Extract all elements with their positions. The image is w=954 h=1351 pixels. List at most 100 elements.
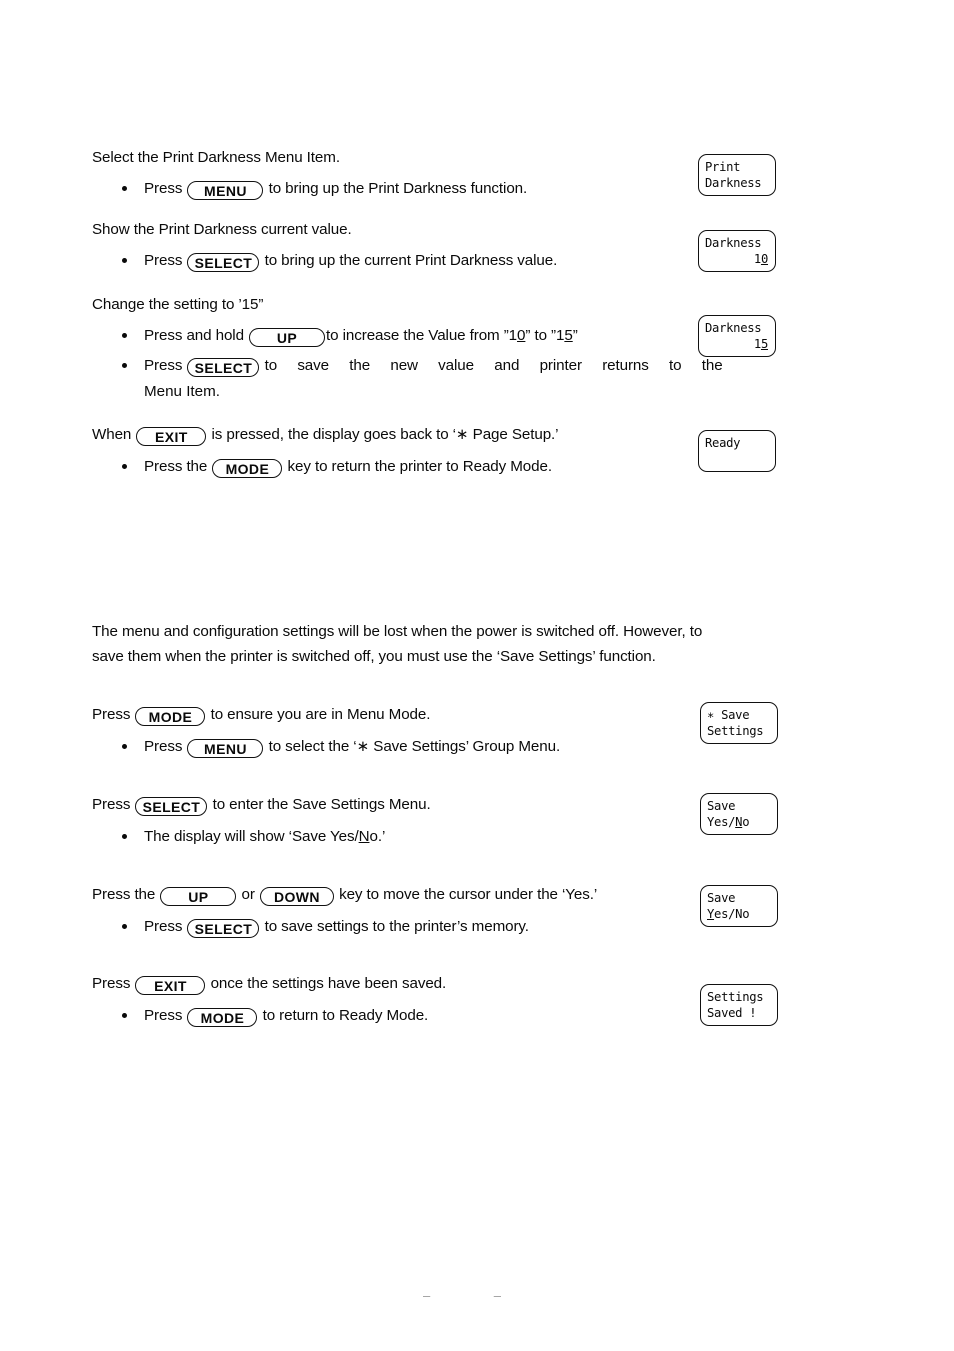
bullet-text-a: to increase the Value from ”1 [326,327,518,344]
lcd-line-1: Print [705,160,741,174]
darkness-step-3: Change the setting to ’15” Press and hol… [92,295,772,405]
darkness-step-2: Show the Print Darkness current value. P… [92,220,772,274]
exit-key-button[interactable]: EXIT [135,976,206,995]
bullet-text-pre: Press [144,180,183,197]
step-lead: Press EXIT once the settings have been s… [92,974,772,995]
step-bullet: Press MENU to select the ‘∗ Save Setting… [92,734,772,760]
lead-text-pre: Press [92,706,131,723]
step-lead: Press SELECT to enter the Save Settings … [92,795,772,816]
lcd-cursor-char: Y [707,907,715,921]
darkness-step-4: When EXIT is pressed, the display goes b… [92,425,772,480]
lcd-line-2: 15 [705,336,770,352]
bullet-text-post: to return to Ready Mode. [262,1007,429,1024]
bullet-dot [122,744,127,749]
lcd-display-save-settings: ∗ Save Settings [700,702,778,744]
intro-line-1: The menu and configuration settings will… [92,623,703,640]
bullet-dot [122,186,127,191]
lcd-line-2: Darkness [705,176,762,190]
lead-text-pre: Press [92,796,131,813]
bullet-text-pre: Press [144,357,183,374]
lead-text-post: to enter the Save Settings Menu. [212,796,431,813]
bullet-text-pre: Press and hold [144,327,244,344]
step-bullet: Press MODE to return to Ready Mode. [92,1003,772,1029]
bullet-text-pre: Press [144,918,183,935]
bullet-dot [122,363,127,368]
intro-line-2: save them when the printer is switched o… [92,648,656,665]
bullet-text-post: to select the ‘∗ Save Settings’ Group Me… [268,738,561,755]
bullet-dot [122,924,127,929]
bullet-dot [122,258,127,263]
bullet-text-c: ” [572,327,578,344]
lcd-text-prefix: Yes/ [707,815,736,829]
lead-text-mid: or [241,886,255,903]
lead-text-post: once the settings have been saved. [210,975,447,992]
lcd-line-1: ∗ Save [707,708,750,722]
menu-key-button[interactable]: MENU [187,739,264,758]
lcd-line-2: Yes/No [707,906,772,922]
lcd-line-1: Darkness [705,236,762,250]
save-step-2: Press SELECT to enter the Save Settings … [92,795,772,850]
step-lead: Press MODE to ensure you are in Menu Mod… [92,705,772,726]
bullet-text-post: to bring up the current Print Darkness v… [264,252,558,269]
lcd-cursor-char: 5 [760,337,768,351]
lcd-display-darkness-10: Darkness 10 [698,230,776,272]
step-lead: When EXIT is pressed, the display goes b… [92,425,772,446]
bullet-text-pre: Press [144,1007,183,1024]
lead-text-pre: When [92,426,132,443]
step-bullet-continuation: Menu Item. [144,383,220,400]
step-bullet-up: Press and hold UP to increase the Value f… [92,323,772,349]
mode-key-button[interactable]: MODE [212,459,283,478]
bullet-text-pre: The display will show ‘Save Yes/ [144,828,359,845]
value-cursor-to: 5 [564,327,573,344]
up-key-button[interactable]: UP [160,887,237,906]
lcd-line-1: Save [707,799,736,813]
lead-text-post: key to move the cursor under the ‘Yes.’ [339,886,598,903]
save-step-3: Press the UP or DOWN key to move the cur… [92,885,772,940]
save-settings-intro: The menu and configuration settings will… [92,622,792,667]
step-bullet: Press SELECT to bring up the current Pri… [92,248,772,274]
lcd-display-ready: Ready [698,430,776,472]
bullet-text-post: o.’ [369,828,386,845]
bullet-text-post: to save settings to the printer’s memory… [264,918,529,935]
bullet-dot [122,1013,127,1018]
step-bullet: The display will show ‘Save Yes/No.’ [92,824,772,850]
document-page: Select the Print Darkness Menu Item. Pre… [0,0,954,1351]
select-key-button[interactable]: SELECT [187,253,260,272]
lcd-line-1: Darkness [705,321,762,335]
down-key-button[interactable]: DOWN [259,887,334,906]
lcd-display-save-yes-no-cursor-yes: Save Yes/No [700,885,778,927]
step-bullet: Press MENU to bring up the Print Darknes… [92,176,772,202]
step-lead: Change the setting to ’15” [92,296,264,313]
lcd-line-1: Save [707,891,736,905]
lcd-display-darkness-15: Darkness 15 [698,315,776,357]
select-key-button[interactable]: SELECT [135,797,208,816]
lcd-line-2: Yes/No [707,814,772,830]
darkness-step-1: Select the Print Darkness Menu Item. Pre… [92,148,772,202]
page-footer-marks: – – [422,1288,532,1303]
lcd-line-1: Settings [707,990,764,1004]
select-key-button[interactable]: SELECT [187,919,260,938]
bullet-dot [122,464,127,469]
lead-text-post: is pressed, the display goes back to ‘∗ … [211,426,559,443]
mode-key-button[interactable]: MODE [135,707,206,726]
save-step-4: Press EXIT once the settings have been s… [92,974,772,1029]
lcd-display-settings-saved: Settings Saved ! [700,984,778,1026]
step-bullet-select: Press SELECT to save the new value and p… [92,353,772,379]
menu-key-button[interactable]: MENU [187,181,264,200]
bullet-dot [122,333,127,338]
bullet-text-pre: Press [144,252,183,269]
lcd-text-suffix: es/No [714,907,750,921]
lcd-value-prefix: 1 [753,252,761,266]
select-key-button[interactable]: SELECT [187,358,260,377]
bullet-dot [122,834,127,839]
exit-key-button[interactable]: EXIT [136,427,207,446]
mode-key-button[interactable]: MODE [187,1008,258,1027]
bullet-text-post: to save the new value and printer return… [264,357,723,374]
lcd-line-2: Saved ! [707,1006,757,1020]
lcd-value-prefix: 1 [753,337,761,351]
bullet-text-b: ” to ”1 [525,327,565,344]
lcd-text-suffix: o [742,815,750,829]
up-key-button[interactable]: UP [249,328,326,347]
lcd-line-2: Settings [707,724,764,738]
step-bullet: Press the MODE key to return the printer… [92,454,772,480]
